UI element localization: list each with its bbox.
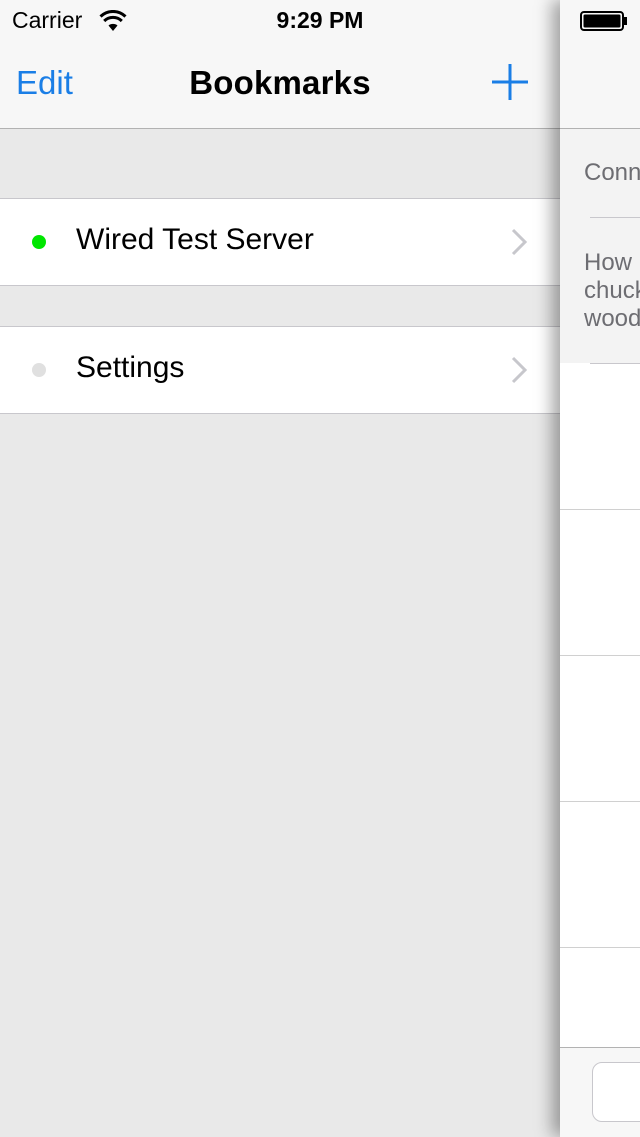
bookmark-row[interactable]: Wired Test Server xyxy=(0,198,560,286)
status-time: 9:29 PM xyxy=(276,7,364,33)
detail-divider xyxy=(590,363,640,364)
detail-info-text: Conn xyxy=(584,159,640,186)
detail-info-section: Conn How chuck wood xyxy=(560,129,640,363)
detail-navigation-bar xyxy=(560,40,640,129)
battery-icon xyxy=(580,11,627,31)
settings-label: Settings xyxy=(76,351,185,384)
chevron-right-icon xyxy=(511,228,528,256)
chevron-right-icon xyxy=(511,356,528,384)
detail-toolbar xyxy=(560,1047,640,1137)
plus-icon[interactable] xyxy=(490,62,530,102)
detail-status-bar xyxy=(560,0,640,40)
message-input[interactable] xyxy=(592,1062,640,1122)
detail-row-divider xyxy=(560,801,640,802)
detail-row-divider xyxy=(560,655,640,656)
connection-status-indicator xyxy=(32,235,46,249)
detail-info-text: How xyxy=(584,249,633,276)
detail-row-divider xyxy=(560,947,640,948)
detail-info-text: chuck xyxy=(584,277,640,304)
page-title: Bookmarks xyxy=(189,64,371,101)
detail-pane[interactable]: Conn How chuck wood xyxy=(560,0,640,1137)
detail-info-divider xyxy=(590,217,640,218)
settings-row[interactable]: Settings xyxy=(0,326,560,414)
detail-row-divider xyxy=(560,509,640,510)
bookmark-label: Wired Test Server xyxy=(76,223,314,256)
navigation-bar: Edit Bookmarks xyxy=(0,40,560,129)
bookmarks-pane: Carrier Edit Bookmarks Wired Test Server… xyxy=(0,0,560,1136)
detail-info-text: wood xyxy=(584,305,640,332)
settings-status-indicator xyxy=(32,363,46,377)
